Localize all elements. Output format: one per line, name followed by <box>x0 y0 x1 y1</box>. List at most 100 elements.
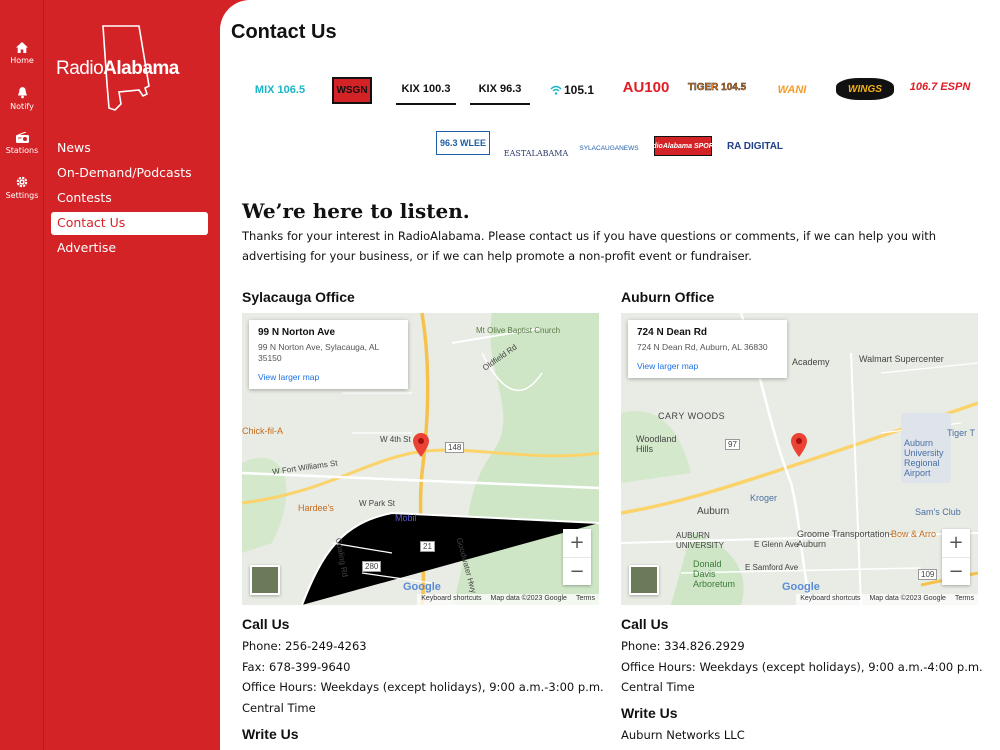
station-logo-wani[interactable]: WANI <box>768 75 816 105</box>
map-zoom-control: + − <box>563 529 591 585</box>
sylacauga-contact-info: Phone: 256-249-4263 Fax: 678-399-9640 Of… <box>242 636 612 718</box>
keyboard-shortcuts-link[interactable]: Keyboard shortcuts <box>800 595 860 604</box>
home-icon <box>16 42 28 53</box>
map-label: Sam's Club <box>915 507 961 517</box>
station-logo-kix963[interactable]: KIX 96.3 <box>470 75 530 105</box>
nav-contests[interactable]: Contests <box>51 187 208 210</box>
rail-stations-label: Stations <box>5 146 39 155</box>
logo-text: RadioAlabama <box>56 58 179 79</box>
zoom-in-button[interactable]: + <box>942 529 970 557</box>
zoom-out-button[interactable]: − <box>942 557 970 585</box>
keyboard-shortcuts-link[interactable]: Keyboard shortcuts <box>421 595 481 604</box>
radioalabama-logo[interactable]: RadioAlabama <box>54 24 214 114</box>
map-label: Walmart Supercenter <box>859 354 944 364</box>
station-logo-mix1065[interactable]: MIX 106.5 <box>250 75 310 105</box>
sylacauga-office-title: Sylacauga Office <box>242 289 355 305</box>
wsgn-mark: WSGN <box>332 76 372 104</box>
rail-settings-label: Settings <box>5 191 39 200</box>
view-larger-map-link[interactable]: View larger map <box>637 361 778 371</box>
station-logo-espn[interactable]: 106.7 ESPN <box>910 72 971 102</box>
sylacauga-map[interactable]: Mt Olive Baptist Church Oldfield Rd Chic… <box>242 313 599 605</box>
map-label: Mobil <box>395 513 417 523</box>
rail-stations[interactable]: Stations <box>0 132 44 155</box>
map-zoom-control: + − <box>942 529 970 585</box>
station-logo-tiger-country[interactable]: TIGER 104.5 <box>686 72 748 102</box>
map-label: Woodland Hills <box>636 434 677 454</box>
rail-notify[interactable]: Notify <box>0 87 44 111</box>
map-pin-icon[interactable] <box>791 433 807 457</box>
route-shield: 280 <box>362 561 382 572</box>
station-logo-ra-sports[interactable]: RadioAlabama SPORTS <box>643 136 723 156</box>
map-label: E Samford Ave <box>745 563 799 572</box>
map-label: Mt Olive Baptist Church <box>476 326 561 335</box>
terms-link[interactable]: Terms <box>576 595 595 604</box>
map-label: Auburn <box>697 506 730 517</box>
map-label: Hardee's <box>298 503 334 513</box>
map-label: Academy <box>792 357 830 367</box>
station-logo-wrfs[interactable]: 105.1 <box>546 75 598 105</box>
station-logo-ra-digital[interactable]: RA DIGITAL <box>726 131 784 161</box>
rail-notify-label: Notify <box>10 102 34 111</box>
map-pin-icon[interactable] <box>413 433 429 457</box>
auburn-write-name: Auburn Networks LLC <box>621 728 745 742</box>
map-label: Bow & Arro <box>891 529 937 539</box>
station-logo-au100[interactable]: AU100 <box>618 72 674 102</box>
satellite-toggle[interactable] <box>250 565 280 595</box>
sylacauga-write-heading: Write Us <box>242 726 299 742</box>
sylacauga-phone: Phone: 256-249-4263 <box>242 639 367 653</box>
sidebar: RadioAlabama News On-Demand/Podcasts Con… <box>44 0 220 750</box>
sylacauga-call-heading: Call Us <box>242 616 290 632</box>
map-label: AUBURN UNIVERSITY <box>676 531 725 550</box>
google-logo: Google <box>782 581 820 593</box>
map-label: E Glenn Ave <box>754 540 799 549</box>
rail-settings[interactable]: Settings <box>0 176 44 200</box>
google-logo: Google <box>403 581 441 593</box>
intro-text: Thanks for your interest in RadioAlabama… <box>242 229 937 263</box>
map-label: Tiger T <box>947 428 976 438</box>
nav-contact-us[interactable]: Contact Us <box>51 212 208 235</box>
auburn-contact-info: Phone: 334.826.2929 Office Hours: Weekda… <box>621 636 991 698</box>
map-label: CARY WOODS <box>658 411 726 421</box>
map-label: W Park St <box>359 499 396 508</box>
zoom-in-button[interactable]: + <box>563 529 591 557</box>
main-content: Contact Us MIX 106.5 WSGN KIX 100.3 KIX … <box>220 0 1000 750</box>
map-label: Kroger <box>750 493 778 503</box>
station-logo-sylacauga-news[interactable]: SYLACAUGANEWS <box>579 133 638 163</box>
map-label: Donald Davis Arboretum <box>693 559 736 589</box>
terms-link[interactable]: Terms <box>955 595 974 604</box>
nav-news[interactable]: News <box>51 137 208 160</box>
station-logo-wlee[interactable]: 96.3 WLEE <box>436 131 490 155</box>
map-footer: Keyboard shortcuts Map data ©2023 Google… <box>796 594 978 605</box>
bell-icon <box>17 87 27 99</box>
map-card-address: 99 N Norton Ave, Sylacauga, AL 35150 <box>258 342 379 363</box>
wrfs-label: 105.1 <box>563 83 595 97</box>
nav-on-demand-podcasts[interactable]: On-Demand/Podcasts <box>51 162 208 185</box>
station-logo-wings[interactable]: WINGS <box>836 78 894 100</box>
map-data-text: Map data ©2023 Google <box>490 595 567 602</box>
map-label: Chick-fil-A <box>242 426 284 436</box>
map-label: Auburn University Regional Airport <box>904 438 944 478</box>
auburn-write-heading: Write Us <box>621 705 678 721</box>
auburn-map[interactable]: Academy Walmart Supercenter CARY WOODS W… <box>621 313 978 605</box>
auburn-hours: Office Hours: Weekdays (except holidays)… <box>621 659 983 695</box>
station-logo-eastalabama[interactable]: EASTALABAMA <box>504 138 569 168</box>
map-data-text: Map data ©2023 Google <box>869 595 946 602</box>
sylacauga-hours: Office Hours: Weekdays (except holidays)… <box>242 680 604 715</box>
route-shield: 148 <box>445 442 465 453</box>
map-card-title: 724 N Dean Rd <box>637 327 708 338</box>
route-shield: 97 <box>725 439 740 450</box>
route-shield: 109 <box>918 569 938 580</box>
station-logo-wsgn[interactable]: WSGN <box>332 75 372 105</box>
zoom-out-button[interactable]: − <box>563 557 591 585</box>
map-label: W 4th St <box>380 435 411 444</box>
satellite-toggle[interactable] <box>629 565 659 595</box>
sylacauga-fax: Fax: 678-399-9640 <box>242 659 351 674</box>
view-larger-map-link[interactable]: View larger map <box>258 372 399 382</box>
icon-rail: Home Notify Stations Settings <box>0 0 44 750</box>
rail-home[interactable]: Home <box>0 42 44 65</box>
nav-advertise[interactable]: Advertise <box>51 237 208 260</box>
listen-heading: We’re here to listen. <box>242 199 470 223</box>
map-card-address: 724 N Dean Rd, Auburn, AL 36830 <box>637 342 768 352</box>
station-logo-kix1003[interactable]: KIX 100.3 <box>396 75 456 105</box>
wifi-icon <box>550 85 562 95</box>
